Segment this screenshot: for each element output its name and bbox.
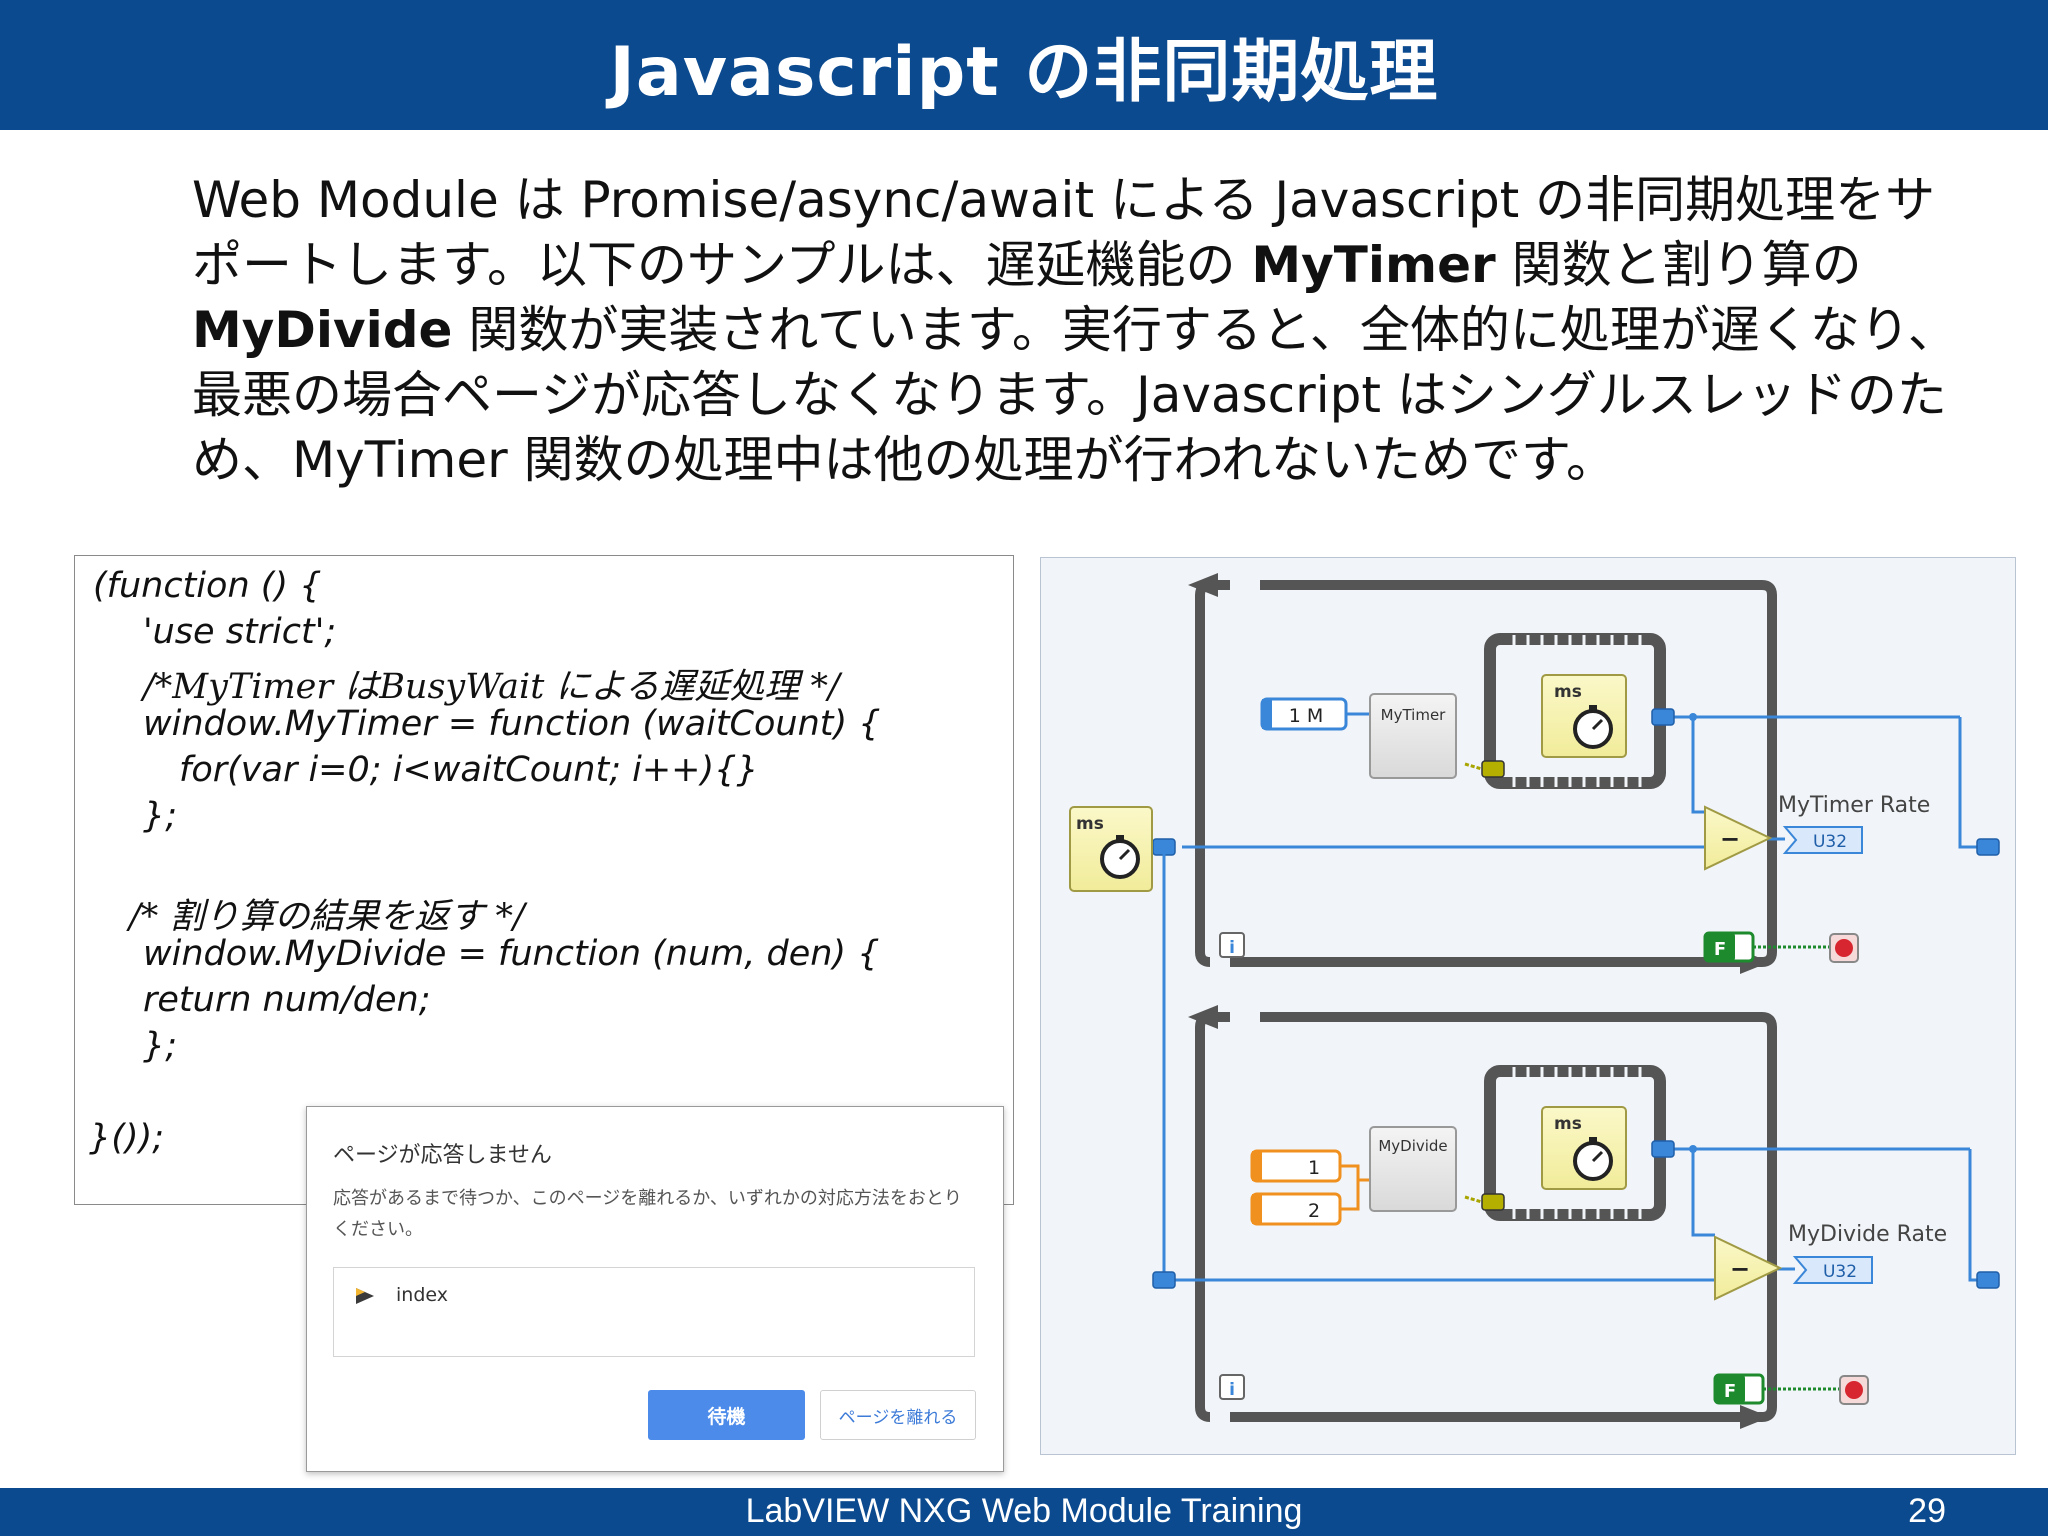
mytimer-node: MyTimer — [1369, 693, 1457, 779]
constant-1-label: 1 — [1308, 1157, 1320, 1179]
intro-bold-mydivide: MyDivide — [192, 301, 453, 359]
info-icon[interactable]: i — [1219, 1374, 1245, 1400]
intro-text-3: 関数が実装されています。実行すると、全体的に処理が遅くなり、最悪の場合ページが応… — [192, 301, 1958, 489]
intro-paragraph: Web Module は Promise/async/await による Jav… — [192, 168, 1972, 493]
intro-bold-mytimer: MyTimer — [1251, 236, 1496, 294]
outer-timer-node: ms — [1069, 806, 1153, 892]
false-constant-label: F — [1714, 939, 1726, 960]
loop-arrow-icon — [1740, 1405, 1770, 1429]
dialog-message: 応答があるまで待つか、このページを離れるか、いずれかの対応方法をおとりください。 — [333, 1188, 962, 1240]
code-line: window.MyTimer = function (waitCount) { — [143, 704, 881, 744]
page-number: 29 — [1908, 1492, 1946, 1530]
constant-2-label: 2 — [1308, 1200, 1320, 1222]
u32-type-label: U32 — [1813, 832, 1847, 852]
false-constant-2: F — [1713, 1373, 1765, 1405]
mydivide-rate-indicator[interactable]: U32 — [1792, 1256, 1873, 1284]
u32-type-label: U32 — [1823, 1262, 1857, 1282]
mydivide-node: MyDivide — [1369, 1126, 1457, 1212]
timer-ms-label: ms — [1554, 1114, 1582, 1134]
code-line: 'use strict'; — [143, 612, 337, 652]
subtract-symbol: − — [1730, 1255, 1750, 1283]
code-line: }; — [143, 796, 178, 836]
constant-2: 2 — [1250, 1192, 1342, 1226]
stop-terminal-2 — [1839, 1375, 1869, 1405]
info-icon-glyph: i — [1229, 938, 1235, 958]
code-line: for(var i=0; i<waitCount; i++){} — [179, 750, 759, 790]
timestamp-terminal — [1651, 1140, 1675, 1158]
dialog-title: ページが応答しません — [333, 1143, 552, 1168]
code-line: }; — [143, 1026, 178, 1066]
mytimer-node-label: MyTimer — [1381, 706, 1447, 724]
leave-page-button[interactable]: ページを離れる — [820, 1390, 976, 1440]
slide-title: Javascript の非同期処理 — [609, 32, 1439, 112]
dialog-page-list: index — [333, 1267, 975, 1357]
tunnel-out-1 — [1976, 838, 2000, 856]
info-icon[interactable]: i — [1219, 932, 1245, 958]
code-line: (function () { — [93, 566, 322, 606]
orange-wire — [1340, 1164, 1370, 1211]
error-terminal — [1481, 1193, 1505, 1211]
page-unresponsive-dialog: ページが応答しません 応答があるまで待つか、このページを離れるか、いずれかの対応… — [306, 1106, 1004, 1472]
code-line: }()); — [89, 1118, 165, 1158]
false-constant-label: F — [1724, 1381, 1736, 1402]
code-line: return num/den; — [143, 980, 431, 1020]
intro-text-2: 関数と割り算の — [1495, 236, 1862, 294]
timer-node-1: ms — [1541, 674, 1627, 758]
dialog-page-item[interactable]: index — [396, 1284, 448, 1306]
stop-terminal-1 — [1829, 933, 1859, 963]
labview-page-icon — [356, 1288, 374, 1304]
constant-1m: 1 M — [1260, 697, 1348, 731]
subtract-node-1: − — [1704, 805, 1773, 871]
outer-timer-ms-label: ms — [1076, 814, 1104, 834]
while-loop-1 — [1188, 573, 1777, 974]
tunnel-out-2 — [1976, 1271, 2000, 1289]
mydivide-rate-label: MyDivide Rate — [1788, 1222, 1947, 1247]
code-line: /* 割り算の結果を返す */ — [129, 897, 525, 937]
slide-header: Javascript の非同期処理 — [0, 0, 2048, 130]
constant-1: 1 — [1250, 1149, 1342, 1183]
mytimer-rate-indicator[interactable]: U32 — [1782, 826, 1863, 854]
timestamp-terminal — [1651, 708, 1675, 726]
subtract-symbol: − — [1720, 825, 1740, 853]
code-line: /*MyTimer はBusyWait による遅延処理 */ — [143, 667, 840, 707]
false-constant-1: F — [1703, 931, 1755, 963]
wait-button[interactable]: 待機 — [648, 1390, 805, 1440]
block-diagram: 1 M MyTimer ms − MyTimer Rate U32 i F ms… — [1069, 573, 2000, 1429]
tunnel-in-2 — [1152, 1271, 1176, 1289]
constant-1m-label: 1 M — [1289, 705, 1324, 727]
error-terminal — [1481, 760, 1505, 778]
timer-node-2: ms — [1541, 1106, 1627, 1190]
footer-title: LabVIEW NXG Web Module Training — [745, 1492, 1303, 1530]
timer-ms-label: ms — [1554, 682, 1582, 702]
info-icon-glyph: i — [1229, 1380, 1235, 1400]
code-line: window.MyDivide = function (num, den) { — [143, 934, 880, 974]
slide-footer: LabVIEW NXG Web Module Training 29 — [0, 1488, 2048, 1536]
mydivide-node-label: MyDivide — [1378, 1137, 1447, 1155]
mytimer-rate-label: MyTimer Rate — [1778, 793, 1930, 818]
